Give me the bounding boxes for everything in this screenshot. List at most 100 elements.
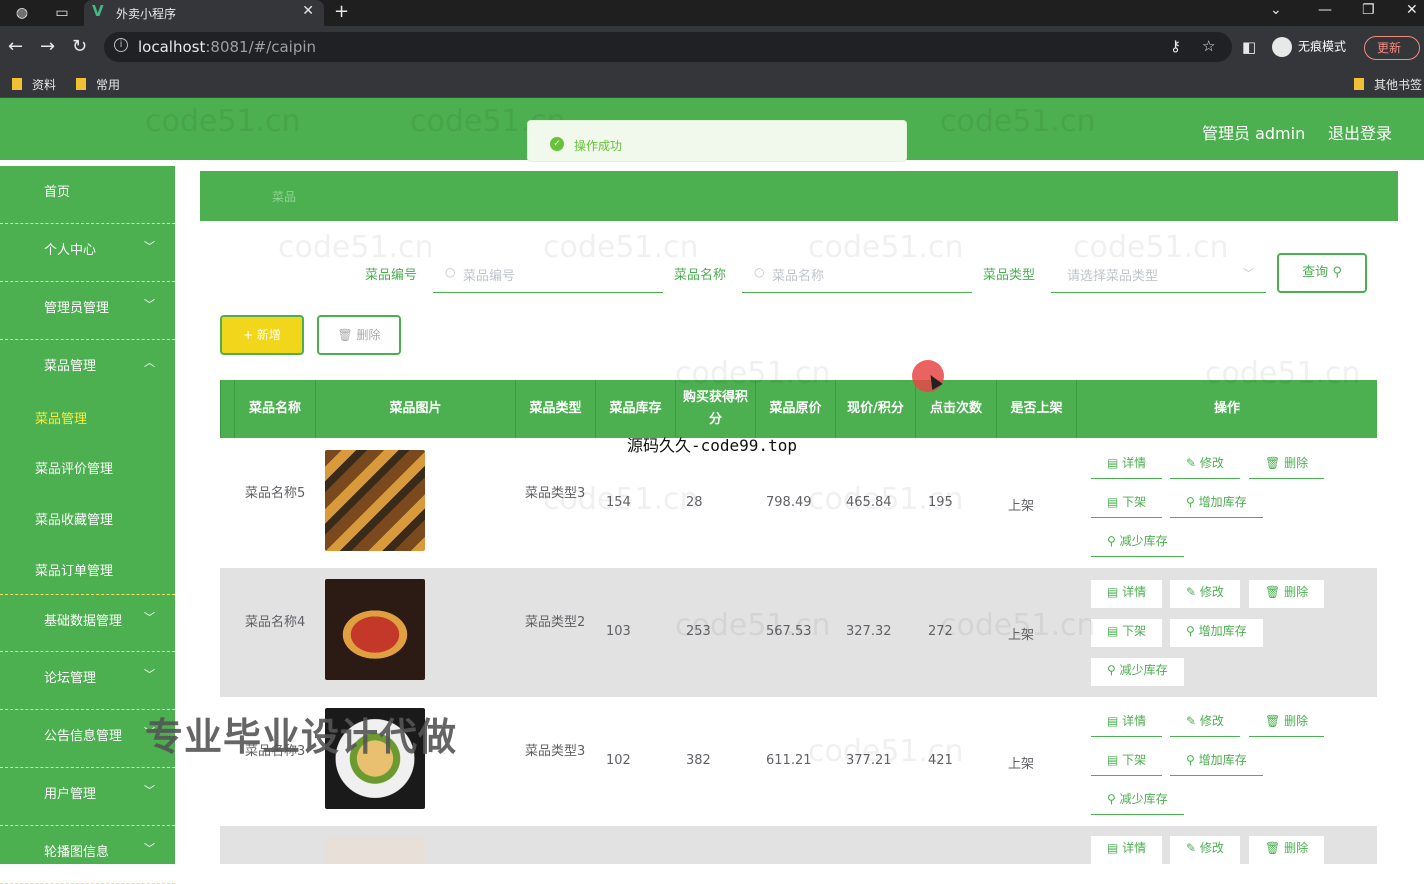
reduce-stock-button[interactable]: ⚲ 减少库存	[1091, 787, 1184, 815]
url-field[interactable]: i localhost:8081/#/caipin ⚷ ☆	[104, 32, 1232, 62]
delete-button[interactable]: 🗑 删除	[1249, 836, 1325, 864]
close-tab-icon[interactable]: ✕	[302, 3, 314, 19]
dish-clicks: 272	[928, 624, 953, 639]
dish-image	[325, 837, 425, 864]
chevron-up-icon: ︿	[144, 356, 155, 369]
reduce-stock-button[interactable]: ⚲ 减少库存	[1091, 658, 1184, 686]
forward-icon[interactable]: →	[40, 36, 55, 57]
dish-now-price: 465.84	[846, 495, 892, 510]
sidebar-sub-dish-favorites[interactable]: 菜品收藏管理	[35, 509, 113, 528]
bookmark-folder[interactable]: 常用	[76, 76, 120, 93]
table-row: 菜品名称5 菜品类型3 154 28 798.49 465.84 195 上架 …	[220, 439, 1377, 568]
filter-type-select[interactable]: 请选择菜品类型 ﹀	[1051, 257, 1266, 293]
bookmark-star-icon[interactable]: ☆	[1202, 37, 1215, 55]
trash-icon: 🗑	[337, 328, 353, 342]
minimize-icon[interactable]: —	[1318, 2, 1332, 18]
add-stock-button[interactable]: ⚲ 增加库存	[1170, 490, 1263, 518]
tab-group-icon[interactable]: ▭	[52, 3, 72, 23]
edit-button[interactable]: ✎ 修改	[1170, 451, 1240, 479]
update-button[interactable]: 更新	[1364, 36, 1420, 60]
table-row: ▤ 详情 ✎ 修改 🗑 删除	[220, 826, 1377, 864]
sidebar-item-forum[interactable]: 论坛管理 ﹀	[0, 652, 175, 710]
query-button[interactable]: 查询 ⚲	[1277, 253, 1367, 293]
current-user: 管理员 admin	[1202, 124, 1306, 143]
dish-points: 28	[686, 495, 703, 510]
edit-button[interactable]: ✎ 修改	[1170, 580, 1240, 608]
incognito-indicator[interactable]: 无痕模式	[1272, 37, 1346, 57]
detail-button[interactable]: ▤ 详情	[1091, 580, 1163, 608]
filter-code-input[interactable]: ○ 菜品编号	[433, 257, 663, 293]
sidebar-item-home[interactable]: 首页	[0, 166, 175, 224]
success-toast: ✓ 操作成功	[527, 120, 907, 162]
breadcrumb-label: 菜品	[272, 190, 297, 204]
col-header: 操作	[1076, 380, 1377, 438]
dish-points: 382	[686, 753, 711, 768]
dish-status: 上架	[1008, 499, 1035, 514]
sidebar-sub-dish-reviews[interactable]: 菜品评价管理	[35, 458, 113, 477]
tab-search-icon[interactable]: ⌄	[1270, 2, 1282, 18]
other-bookmarks[interactable]: 其他书签	[1354, 76, 1422, 93]
off-shelf-button[interactable]: ▤ 下架	[1091, 490, 1163, 518]
sidebar-item-users[interactable]: 用户管理 ﹀	[0, 768, 175, 826]
dish-now-price: 327.32	[846, 624, 892, 639]
edit-button[interactable]: ✎ 修改	[1170, 836, 1240, 864]
detail-button[interactable]: ▤ 详情	[1091, 709, 1163, 737]
promo-overlay-text: 专业毕业设计代做	[145, 715, 458, 759]
checkbox-column[interactable]	[220, 380, 234, 438]
filter-name-input[interactable]: ○ 菜品名称	[742, 257, 972, 293]
password-key-icon[interactable]: ⚷	[1170, 37, 1181, 55]
sidebar-item-admins[interactable]: 管理员管理 ﹀	[0, 282, 175, 340]
success-check-icon: ✓	[550, 137, 564, 151]
sidebar-item-dishes[interactable]: 菜品管理 ︿	[0, 340, 175, 398]
dish-stock: 102	[606, 753, 631, 768]
filter-code-label: 菜品编号	[365, 268, 418, 283]
side-panel-icon[interactable]: ◧	[1242, 38, 1256, 56]
filter-name-label: 菜品名称	[674, 268, 727, 283]
add-button[interactable]: + 新增	[220, 315, 304, 355]
delete-button[interactable]: 🗑 删除	[1249, 580, 1325, 608]
dish-status: 上架	[1008, 628, 1035, 643]
col-header: 菜品类型	[515, 380, 595, 438]
reduce-stock-button[interactable]: ⚲ 减少库存	[1091, 529, 1184, 557]
sidebar-sub-dish-orders[interactable]: 菜品订单管理	[35, 560, 113, 579]
dish-stock: 103	[606, 624, 631, 639]
window-close-icon[interactable]: ✕	[1406, 2, 1418, 18]
logout-link[interactable]: 退出登录	[1328, 120, 1392, 144]
toast-message: 操作成功	[574, 139, 623, 153]
browser-menu-icon[interactable]: ◍	[12, 3, 32, 23]
dish-price: 611.21	[766, 753, 812, 768]
off-shelf-button[interactable]: ▤ 下架	[1091, 619, 1163, 647]
sidebar-sub-dish-manage[interactable]: 菜品管理	[35, 408, 87, 427]
detail-button[interactable]: ▤ 详情	[1091, 451, 1163, 479]
reload-icon[interactable]: ↻	[72, 36, 87, 57]
delete-button[interactable]: 🗑 删除	[1249, 451, 1325, 479]
add-stock-button[interactable]: ⚲ 增加库存	[1170, 748, 1263, 776]
sidebar-item-carousel[interactable]: 轮播图信息 ﹀	[0, 826, 175, 884]
browser-tab[interactable]: V 外卖小程序 ✕	[84, 0, 324, 26]
off-shelf-button[interactable]: ▤ 下架	[1091, 748, 1163, 776]
col-header: 菜品库存	[595, 380, 675, 438]
edit-button[interactable]: ✎ 修改	[1170, 709, 1240, 737]
site-info-icon[interactable]: i	[114, 38, 128, 52]
delete-button[interactable]: 🗑 删除	[1249, 709, 1325, 737]
dish-name: 菜品名称4	[245, 615, 306, 630]
bookmark-folder[interactable]: 资料	[12, 76, 56, 93]
dish-status: 上架	[1008, 757, 1035, 772]
add-stock-button[interactable]: ⚲ 增加库存	[1170, 619, 1263, 647]
dish-price: 798.49	[766, 495, 812, 510]
maximize-icon[interactable]: ❐	[1362, 2, 1375, 18]
folder-icon	[1354, 78, 1364, 90]
col-header: 菜品原价	[755, 380, 835, 438]
sidebar-item-basic-data[interactable]: 基础数据管理 ﹀	[0, 594, 175, 652]
chevron-down-icon: ﹀	[144, 842, 155, 855]
incognito-icon	[1272, 37, 1292, 57]
url-text: localhost:8081/#/caipin	[138, 38, 317, 56]
back-icon[interactable]: ←	[8, 36, 23, 57]
detail-button[interactable]: ▤ 详情	[1091, 836, 1163, 864]
batch-delete-button[interactable]: 🗑 删除	[317, 315, 401, 355]
bookmarks-bar: 资料 常用 其他书签	[0, 70, 1424, 98]
new-tab-icon[interactable]: +	[334, 1, 349, 22]
chevron-down-icon: ﹀	[144, 668, 155, 681]
address-bar-row: ← → ↻ i localhost:8081/#/caipin ⚷ ☆ ◧ 无痕…	[0, 26, 1424, 70]
sidebar-item-profile[interactable]: 个人中心 ﹀	[0, 224, 175, 282]
